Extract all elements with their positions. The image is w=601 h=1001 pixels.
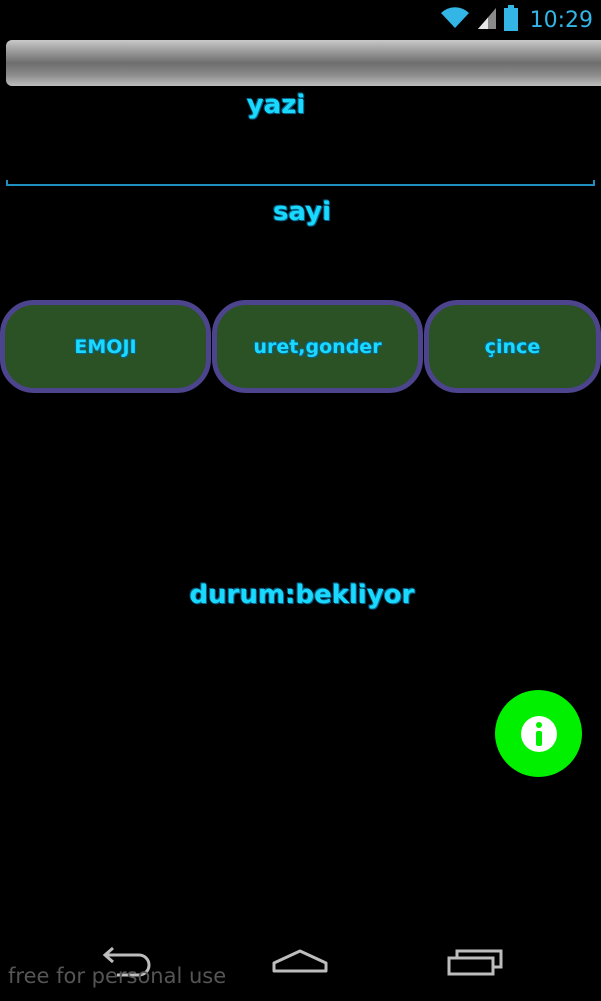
app-screen: 10:29 yazi sayi EMOJI uret,gonder çince … [0, 0, 601, 1001]
wifi-icon [440, 6, 470, 34]
battery-icon [503, 5, 518, 35]
recent-apps-button[interactable] [440, 942, 510, 986]
emoji-button[interactable]: EMOJI [0, 300, 211, 393]
status-text: durum:bekliyor [189, 580, 415, 610]
number-label: sayi [272, 197, 332, 227]
status-time: 10:29 [529, 7, 593, 33]
chinese-button[interactable]: çince [424, 300, 601, 393]
info-icon [520, 715, 557, 752]
home-icon [270, 945, 330, 983]
status-bar: 10:29 [0, 0, 601, 38]
home-button[interactable] [265, 942, 335, 986]
action-bar [6, 40, 601, 86]
status-icons: 10:29 [440, 5, 593, 35]
text-field-label: yazi [246, 90, 306, 120]
recent-apps-icon [445, 945, 505, 983]
info-fab-button[interactable] [495, 690, 582, 777]
text-input-underline [6, 180, 595, 186]
generate-send-button-label: uret,gonder [253, 335, 382, 358]
emoji-button-label: EMOJI [74, 335, 137, 358]
generate-send-button[interactable]: uret,gonder [212, 300, 423, 393]
chinese-button-label: çince [484, 335, 541, 358]
watermark-text: free for personal use [8, 964, 227, 988]
text-input[interactable] [8, 130, 597, 182]
signal-icon [476, 6, 498, 34]
